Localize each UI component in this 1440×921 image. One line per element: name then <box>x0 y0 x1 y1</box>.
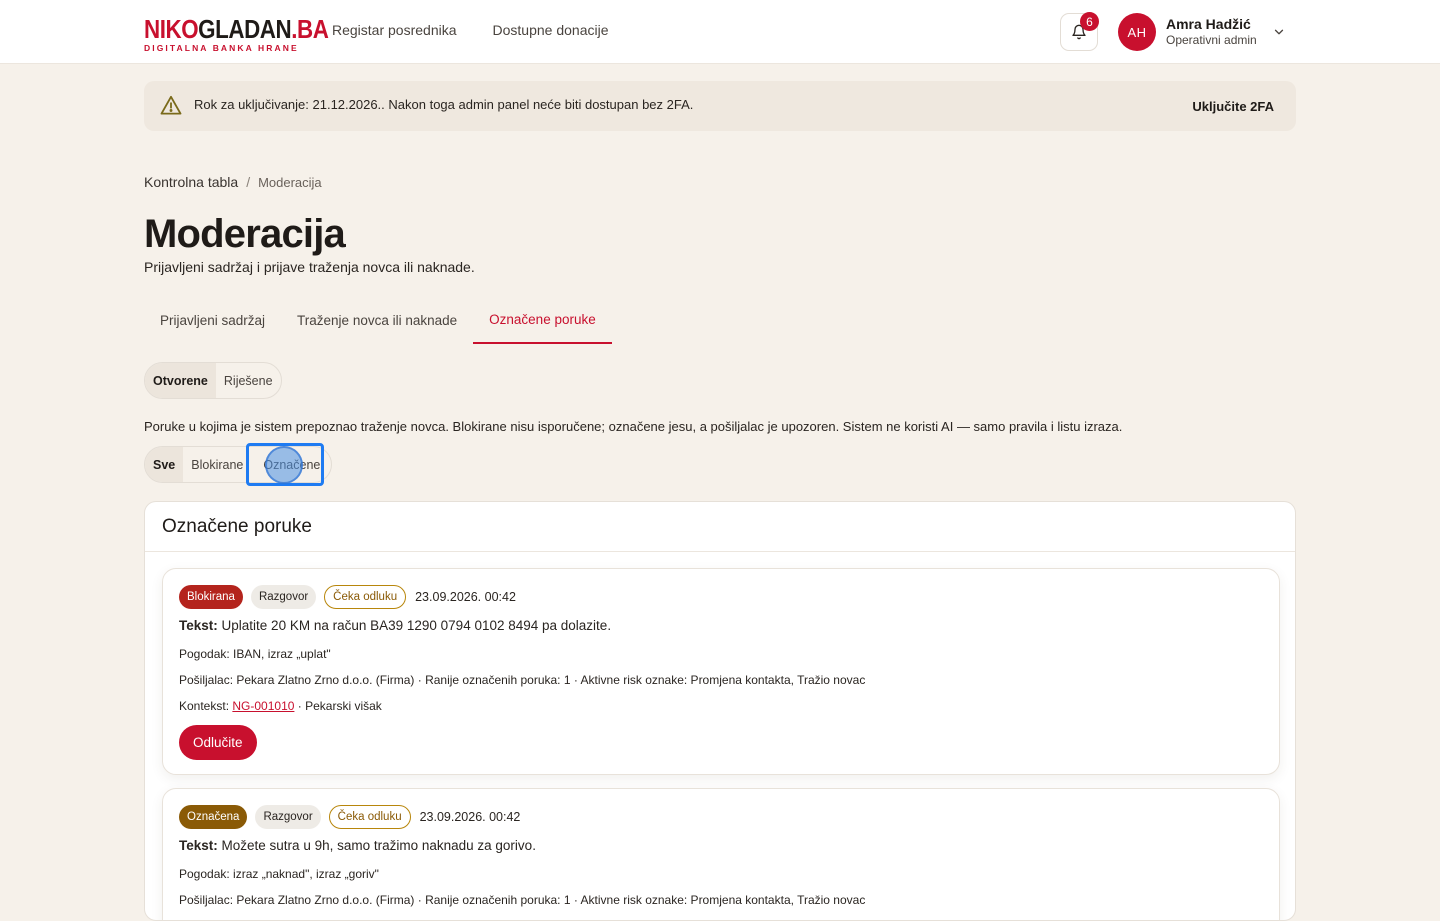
breadcrumb-current: Moderacija <box>258 175 322 190</box>
filter-otvorene[interactable]: Otvorene <box>145 363 216 398</box>
panel-title: Označene poruke <box>162 516 312 537</box>
chevron-down-icon[interactable] <box>1272 25 1286 39</box>
context-link[interactable]: NG-001010 <box>232 699 294 713</box>
message-card: Blokirana Razgovor Čeka odluku 23.09.202… <box>162 568 1280 775</box>
message-badges: Označena Razgovor Čeka odluku 23.09.2026… <box>179 805 520 829</box>
message-text-label: Tekst: <box>179 618 218 633</box>
nav-registar-posrednika[interactable]: Registar posrednika <box>332 22 457 38</box>
message-text: Tekst: Uplatite 20 KM na račun BA39 1290… <box>179 618 611 633</box>
warning-icon <box>160 95 182 115</box>
message-badges: Blokirana Razgovor Čeka odluku 23.09.202… <box>179 585 516 609</box>
decision-badge: Čeka odluku <box>324 585 407 609</box>
message-date: 23.09.2026. 00:42 <box>419 810 521 824</box>
breadcrumb-kontrolna-tabla[interactable]: Kontrolna tabla <box>144 174 238 191</box>
channel-badge: Razgovor <box>250 585 317 609</box>
nav-dostupne-donacije[interactable]: Dostupne donacije <box>493 22 609 38</box>
context-label: Kontekst: <box>179 699 230 713</box>
filter-oznacene[interactable]: Označene <box>251 447 331 482</box>
page-subtitle: Prijavljeni sadržaj i prijave traženja n… <box>144 259 475 275</box>
status-badge: Označena <box>179 805 248 829</box>
flagged-messages-panel: Označene poruke Blokirana Razgovor Čeka … <box>144 501 1296 921</box>
tab-trazenje-novca[interactable]: Traženje novca ili naknade <box>281 296 473 344</box>
page-title: Moderacija <box>144 212 346 256</box>
user-name: Amra Hadžić <box>1166 16 1251 32</box>
message-date: 23.09.2026. 00:42 <box>415 590 516 604</box>
tab-oznacene-poruke[interactable]: Označene poruke <box>473 296 612 344</box>
message-match: Pogodak: IBAN, izraz „uplat" <box>179 647 331 661</box>
logo[interactable]: NIKOGLADAN.BA DIGITALNA BANKA HRANE <box>144 16 359 53</box>
user-role: Operativni admin <box>1166 33 1257 47</box>
status-filter: Otvorene Riješene <box>144 362 282 399</box>
main-nav: Registar posrednika Dostupne donacije <box>332 22 609 38</box>
message-text-content: Možete sutra u 9h, samo tražimo naknadu … <box>221 838 536 853</box>
status-badge: Blokirana <box>179 585 243 609</box>
logo-wordmark: NIKOGLADAN.BA <box>144 14 329 44</box>
2fa-warning-banner: Rok za uključivanje: 21.12.2026.. Nakon … <box>144 81 1296 131</box>
avatar[interactable]: AH <box>1118 13 1156 51</box>
type-filter: Sve Blokirane Označene <box>144 446 333 483</box>
breadcrumb: Kontrolna tabla / Moderacija <box>144 174 322 191</box>
filter-sve[interactable]: Sve <box>145 447 184 482</box>
decision-badge: Čeka odluku <box>328 805 411 829</box>
message-text-content: Uplatite 20 KM na račun BA39 1290 0794 0… <box>221 618 612 633</box>
message-sender: Pošiljalac: Pekara Zlatno Zrno d.o.o. (F… <box>179 893 866 907</box>
info-text: Poruke u kojima je sistem prepoznao traž… <box>144 419 1123 434</box>
message-sender: Pošiljalac: Pekara Zlatno Zrno d.o.o. (F… <box>179 673 866 687</box>
message-text: Tekst: Možete sutra u 9h, samo tražimo n… <box>179 838 536 853</box>
top-bar: NIKOGLADAN.BA DIGITALNA BANKA HRANE Regi… <box>0 0 1440 64</box>
banner-text: Rok za uključivanje: 21.12.2026.. Nakon … <box>194 97 694 112</box>
notification-count-badge: 6 <box>1080 12 1099 31</box>
message-match: Pogodak: izraz „naknad", izraz „goriv" <box>179 867 379 881</box>
context-rest: · Pekarski višak <box>297 699 382 713</box>
channel-badge: Razgovor <box>255 805 321 829</box>
panel-divider <box>145 551 1295 552</box>
message-text-label: Tekst: <box>179 838 218 853</box>
moderation-tabs: Prijavljeni sadržaj Traženje novca ili n… <box>144 296 612 344</box>
enable-2fa-button[interactable]: Uključite 2FA <box>1192 99 1274 114</box>
logo-tagline: DIGITALNA BANKA HRANE <box>144 43 299 53</box>
filter-blokirane[interactable]: Blokirane <box>183 447 251 482</box>
filter-rijesene[interactable]: Riješene <box>216 363 281 398</box>
message-card: Označena Razgovor Čeka odluku 23.09.2026… <box>162 788 1280 920</box>
breadcrumb-separator: / <box>246 174 251 190</box>
decide-button[interactable]: Odlučite <box>179 725 257 760</box>
message-context: Kontekst: NG-001010 · Pekarski višak <box>179 699 382 713</box>
tab-prijavljeni-sadrzaj[interactable]: Prijavljeni sadržaj <box>144 296 281 344</box>
